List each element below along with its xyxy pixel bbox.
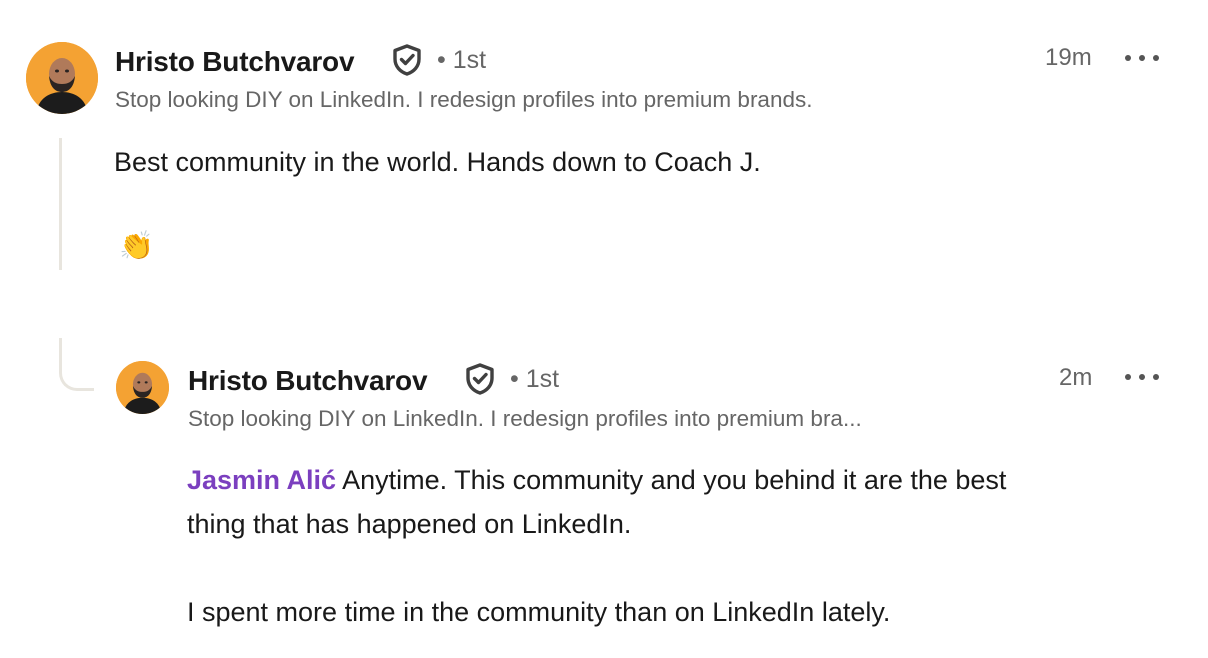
connection-degree: • 1st [437, 46, 487, 74]
thread-line [59, 138, 62, 270]
author-headline: Stop looking DIY on LinkedIn. I redesign… [115, 87, 813, 112]
comment-text: Best community in the world. Hands down … [114, 147, 761, 177]
reply-timestamp: 2m [1059, 364, 1093, 391]
reply-more-options-icon[interactable] [1125, 365, 1159, 389]
verified-shield-icon [463, 362, 497, 396]
reply-text-span: Anytime. This community and you behind i… [336, 465, 1007, 495]
reply-text-line-3: I spent more time in the community than … [187, 597, 891, 627]
more-options-icon[interactable] [1125, 46, 1159, 70]
avatar-portrait-icon [116, 361, 169, 414]
reply-connection-degree: • 1st [510, 365, 560, 393]
author-name[interactable]: Hristo Butchvarov [115, 46, 355, 78]
avatar-portrait-icon [26, 42, 98, 114]
reply-author-name[interactable]: Hristo Butchvarov [188, 365, 428, 397]
clap-emoji: 👏 [119, 229, 154, 262]
verified-shield-icon [390, 43, 424, 77]
mention-link[interactable]: Jasmin Alić [187, 465, 336, 495]
author-avatar[interactable] [26, 42, 98, 114]
reply-author-headline: Stop looking DIY on LinkedIn. I redesign… [188, 406, 862, 431]
comment-timestamp: 19m [1045, 44, 1092, 71]
reply-text-line-1: Jasmin Alić Anytime. This community and … [187, 458, 1006, 502]
reply-author-avatar[interactable] [116, 361, 169, 414]
reply-text-line-2: thing that has happened on LinkedIn. [187, 509, 632, 539]
reply-connector [59, 338, 94, 391]
